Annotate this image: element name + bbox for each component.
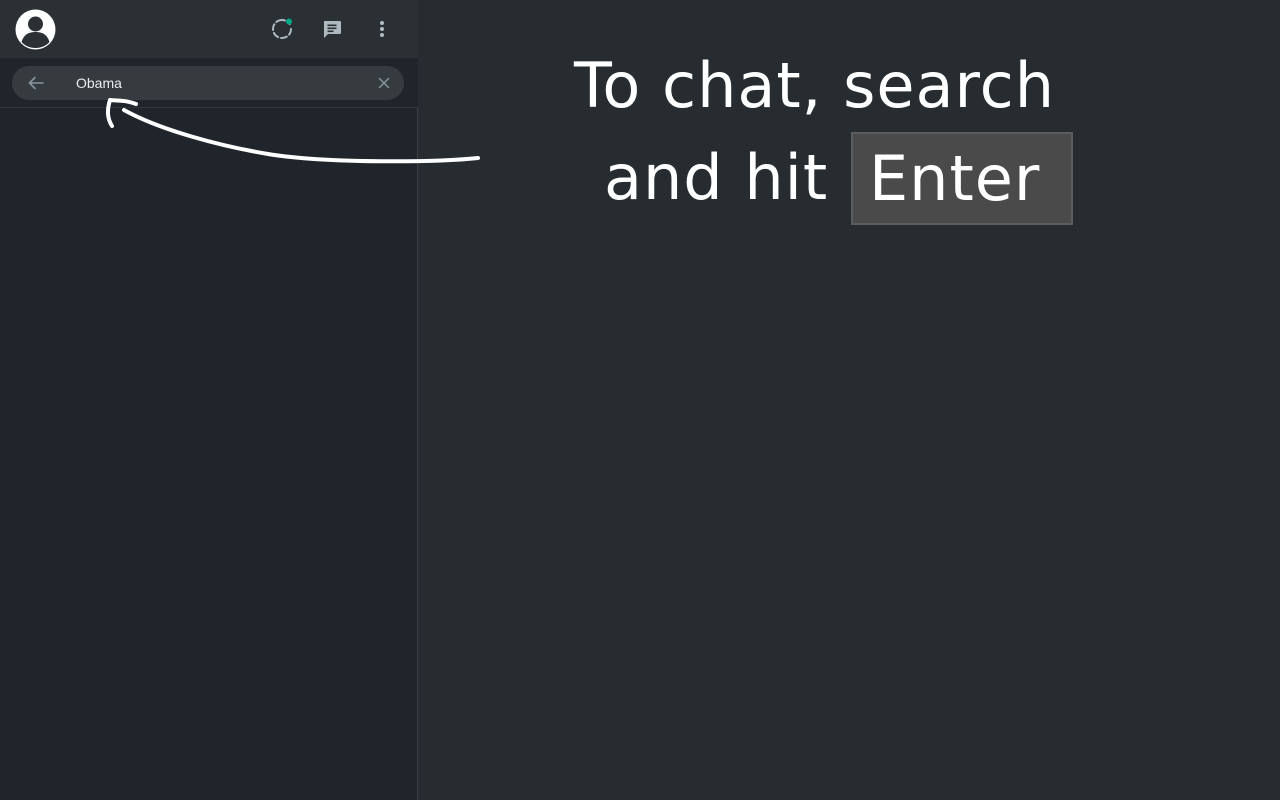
sidebar bbox=[0, 0, 418, 800]
enter-key-badge: Enter bbox=[851, 132, 1073, 225]
search-input[interactable] bbox=[76, 66, 366, 100]
app-window: To chat, search and hit Enter bbox=[0, 0, 1280, 800]
arrow-left-icon[interactable] bbox=[26, 73, 46, 93]
close-icon[interactable] bbox=[376, 75, 392, 91]
instruction-line-1: To chat, search bbox=[574, 49, 1056, 122]
search-bar bbox=[0, 58, 418, 108]
user-avatar-icon[interactable] bbox=[15, 9, 56, 50]
sidebar-header bbox=[0, 0, 418, 58]
more-vertical-icon[interactable] bbox=[369, 16, 395, 42]
main-pane: To chat, search and hit Enter bbox=[418, 0, 1280, 800]
new-chat-icon[interactable] bbox=[319, 16, 345, 42]
status-ring-icon[interactable] bbox=[269, 16, 295, 42]
instruction-line-2: and hit bbox=[604, 141, 829, 214]
search-box[interactable] bbox=[12, 66, 404, 100]
